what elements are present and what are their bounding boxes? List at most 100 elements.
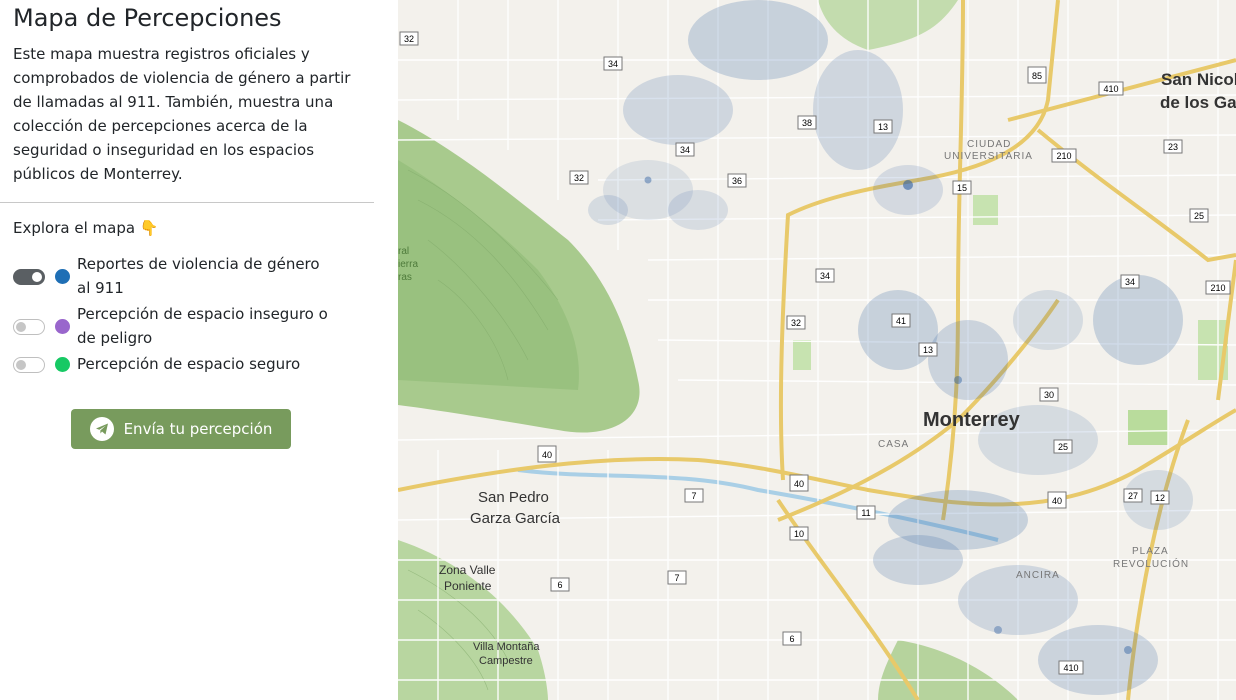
layer-toggle-safe[interactable]: Percepción de espacio seguro xyxy=(13,352,333,376)
shield-32: 32 xyxy=(399,31,419,46)
layer-toggle-unsafe[interactable]: Percepción de espacio inseguro o de peli… xyxy=(13,302,333,350)
svg-text:10: 10 xyxy=(794,529,804,539)
label-san-nicolas: San Nicol xyxy=(1161,70,1236,89)
layer-label-safe: Percepción de espacio seguro xyxy=(77,355,301,373)
shield-210: 210 xyxy=(1051,148,1077,163)
svg-text:34: 34 xyxy=(680,145,690,155)
shield-410: 410 xyxy=(1098,81,1124,96)
shield-25b: 25 xyxy=(1053,439,1073,454)
label-villa-montana: Villa Montaña xyxy=(473,641,540,653)
shield-15: 15 xyxy=(952,180,972,195)
shield-38: 38 xyxy=(797,115,817,130)
svg-text:25: 25 xyxy=(1194,211,1204,221)
divider xyxy=(0,202,374,203)
shield-34d: 34 xyxy=(1120,274,1140,289)
svg-text:41: 41 xyxy=(896,316,906,326)
label-poniente: Poniente xyxy=(444,579,492,593)
label-sierra-2: ierra xyxy=(398,259,418,270)
label-zona-valle: Zona Valle xyxy=(439,563,496,577)
telegram-icon xyxy=(89,417,114,441)
send-perception-button[interactable]: Envía tu percepción xyxy=(71,409,291,449)
svg-text:38: 38 xyxy=(802,118,812,128)
shield-6b: 6 xyxy=(782,631,802,646)
shield-40b: 40 xyxy=(789,474,809,492)
shield-410b: 410 xyxy=(1058,660,1084,675)
shield-34b: 34 xyxy=(675,142,695,157)
sidebar: Mapa de Percepciones Este mapa muestra r… xyxy=(0,0,398,700)
label-universitaria: UNIVERSITARIA xyxy=(944,151,1033,162)
explore-label: Explora el mapa 👇 xyxy=(13,219,159,237)
send-button-label: Envía tu percepción xyxy=(123,420,273,438)
svg-text:11: 11 xyxy=(861,508,870,518)
shield-32b: 32 xyxy=(569,170,589,185)
label-de-los-garza: de los Gar xyxy=(1160,93,1236,112)
svg-text:6: 6 xyxy=(557,580,562,590)
label-ciudad: CIUDAD xyxy=(967,139,1011,150)
layer-toggle-violence[interactable]: Reportes de violencia de género al 911 xyxy=(13,252,333,300)
svg-text:40: 40 xyxy=(794,479,804,489)
label-campestre: Campestre xyxy=(479,655,533,667)
map-canvas[interactable]: 32 34 38 13 85 410 210 23 25 34 36 15 32… xyxy=(398,0,1236,700)
shield-34: 34 xyxy=(603,56,623,71)
svg-text:210: 210 xyxy=(1056,151,1071,161)
label-revolucion: REVOLUCIÓN xyxy=(1113,557,1189,570)
toggle-switch[interactable] xyxy=(13,319,45,335)
green-dot-icon xyxy=(55,356,70,372)
svg-text:27: 27 xyxy=(1128,491,1138,501)
shield-23: 23 xyxy=(1163,139,1183,154)
label-plaza: PLAZA xyxy=(1132,546,1169,557)
svg-text:410: 410 xyxy=(1103,84,1118,94)
shield-10: 10 xyxy=(789,526,809,541)
shield-7: 7 xyxy=(684,488,704,503)
svg-text:36: 36 xyxy=(732,176,742,186)
svg-text:23: 23 xyxy=(1168,142,1178,152)
svg-text:210: 210 xyxy=(1210,283,1225,293)
svg-text:40: 40 xyxy=(542,450,552,460)
shield-13: 13 xyxy=(873,119,893,134)
layer-label-unsafe: Percepción de espacio inseguro o de peli… xyxy=(77,305,328,347)
shield-6: 6 xyxy=(550,577,570,592)
toggle-switch[interactable] xyxy=(13,357,45,373)
shield-11: 11 xyxy=(856,505,876,520)
svg-text:30: 30 xyxy=(1044,390,1054,400)
shield-40: 40 xyxy=(537,445,557,463)
shield-32c: 32 xyxy=(786,315,806,330)
svg-text:32: 32 xyxy=(791,318,801,328)
svg-text:85: 85 xyxy=(1032,71,1042,81)
map[interactable]: 32 34 38 13 85 410 210 23 25 34 36 15 32… xyxy=(398,0,1236,700)
svg-text:7: 7 xyxy=(674,573,679,583)
shield-40c: 40 xyxy=(1047,491,1067,509)
label-garza-garcia: Garza García xyxy=(470,510,561,527)
svg-text:13: 13 xyxy=(878,122,888,132)
shield-25: 25 xyxy=(1189,208,1209,223)
label-sierra-1: ral xyxy=(398,246,409,257)
svg-text:25: 25 xyxy=(1058,442,1068,452)
svg-text:32: 32 xyxy=(404,34,414,44)
label-monterrey: Monterrey xyxy=(923,409,1021,431)
label-san-pedro: San Pedro xyxy=(478,489,549,506)
purple-dot-icon xyxy=(55,318,70,334)
shield-27: 27 xyxy=(1123,488,1143,503)
toggle-switch[interactable] xyxy=(13,269,45,285)
svg-text:34: 34 xyxy=(820,271,830,281)
shield-85: 85 xyxy=(1027,66,1047,84)
intro-text: Este mapa muestra registros oficiales y … xyxy=(13,45,351,183)
svg-text:34: 34 xyxy=(608,59,618,69)
layer-label-violence: Reportes de violencia de género al 911 xyxy=(77,255,320,297)
svg-text:40: 40 xyxy=(1052,496,1062,506)
shield-34c: 34 xyxy=(815,268,835,283)
page-title: Mapa de Percepciones xyxy=(13,4,282,32)
svg-text:15: 15 xyxy=(957,183,967,193)
shield-7b: 7 xyxy=(667,570,687,585)
blue-dot-icon xyxy=(55,268,70,284)
shield-41: 41 xyxy=(891,313,911,328)
shield-12: 12 xyxy=(1150,490,1170,505)
label-sierra-3: ras xyxy=(398,272,412,283)
svg-text:6: 6 xyxy=(789,634,794,644)
svg-text:13: 13 xyxy=(923,345,933,355)
svg-text:32: 32 xyxy=(574,173,584,183)
shield-13b: 13 xyxy=(918,342,938,357)
svg-text:410: 410 xyxy=(1063,663,1078,673)
shield-210b: 210 xyxy=(1205,280,1231,295)
label-casa: CASA xyxy=(878,439,909,450)
